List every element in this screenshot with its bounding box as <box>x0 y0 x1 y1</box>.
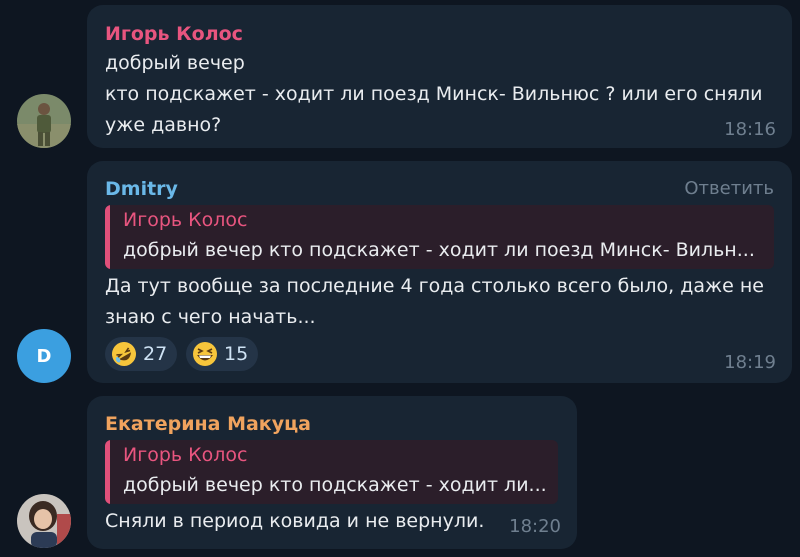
avatar-letter: D <box>36 345 52 367</box>
message-time: 18:20 <box>509 516 561 537</box>
message-text-line: знаю с чего начать... <box>105 306 316 328</box>
quote-accent-bar <box>105 205 110 269</box>
quote-author: Игорь Колос <box>123 444 248 466</box>
message-author[interactable]: Игорь Колос <box>105 23 243 45</box>
reply-button[interactable]: Ответить <box>684 178 774 199</box>
message-time: 18:16 <box>724 119 776 140</box>
message-bubble: Игорь Колос добрый вечер кто подскажет -… <box>87 5 792 148</box>
rolling-on-floor-laughing-icon <box>112 342 136 366</box>
message-text-line: добрый вечер <box>105 52 245 74</box>
message-bubble: Екатерина Макуца Игорь Колос добрый вече… <box>87 396 577 549</box>
quote-text: добрый вечер кто подскажет - ходит ли... <box>123 474 547 496</box>
message-author[interactable]: Dmitry <box>105 178 178 200</box>
avatar-ekaterina[interactable] <box>17 494 71 548</box>
avatar-dmitry[interactable]: D <box>17 329 71 383</box>
message-text-line: Да тут вообще за последние 4 года стольк… <box>105 275 764 297</box>
avatar-igor[interactable] <box>17 94 71 148</box>
avatar-photo-icon <box>17 94 71 148</box>
quote-author: Игорь Колос <box>123 209 248 231</box>
quote-text: добрый вечер кто подскажет - ходит ли по… <box>123 239 755 261</box>
reply-quote[interactable]: Игорь Колос добрый вечер кто подскажет -… <box>105 205 774 269</box>
reaction-count: 27 <box>143 343 168 365</box>
reaction-count: 15 <box>224 343 249 365</box>
reply-quote[interactable]: Игорь Колос добрый вечер кто подскажет -… <box>105 440 558 504</box>
message-author[interactable]: Екатерина Макуца <box>105 413 311 435</box>
grinning-squinting-face-icon <box>193 342 217 366</box>
avatar-photo-icon <box>17 494 71 548</box>
message-text-line: уже давно? <box>105 114 222 136</box>
message-text-line: кто подскажет - ходит ли поезд Минск- Ви… <box>105 83 763 105</box>
reaction-grinning[interactable]: 15 <box>186 337 259 371</box>
reaction-laughing[interactable]: 27 <box>105 337 178 371</box>
message-time: 18:19 <box>724 352 776 373</box>
quote-accent-bar <box>105 440 110 504</box>
message-text-line: Сняли в период ковида и не вернули. <box>105 510 485 532</box>
message-bubble: Dmitry Ответить Игорь Колос добрый вечер… <box>87 161 792 383</box>
